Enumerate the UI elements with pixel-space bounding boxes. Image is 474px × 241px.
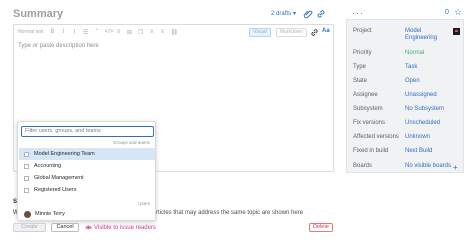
checkbox-icon <box>24 175 29 181</box>
field-label-boards: Boards <box>353 163 373 169</box>
option-label: Global Management <box>34 175 84 181</box>
field-value-state[interactable]: Open <box>405 78 420 84</box>
list-icon[interactable]: ≡ <box>116 29 122 35</box>
users-section-label: Users <box>138 201 150 206</box>
bold-icon[interactable]: B <box>50 29 56 35</box>
field-label-priority: Priority <box>353 50 372 56</box>
option-label: Accounting <box>34 163 62 169</box>
visibility-dropdown: Filter users, groups, and teams Groups a… <box>17 121 156 221</box>
field-label-subsystem: Subsystem <box>353 106 383 112</box>
dropdown-option-group[interactable]: Model Engineering Team <box>19 148 155 160</box>
groups-section-label: Groups and teams <box>112 140 150 145</box>
star-icon[interactable]: ☆ <box>454 7 462 18</box>
font-toggle-button[interactable]: Aa <box>322 28 330 34</box>
visibility-filter-input[interactable]: Filter users, groups, and teams <box>21 126 154 137</box>
add-board-icon[interactable]: + <box>453 163 458 172</box>
visibility-selector[interactable]: Visible to issue readers <box>85 224 156 231</box>
field-value-subsystem[interactable]: No Subsystem <box>405 106 444 112</box>
drafts-dropdown[interactable]: 2 drafts ▾ <box>271 10 297 18</box>
cancel-button[interactable]: Cancel <box>51 223 79 232</box>
vote-count: 0 <box>445 9 449 16</box>
code-icon[interactable]: </> <box>105 29 114 35</box>
avatar <box>24 210 31 218</box>
field-value-fix-versions[interactable]: Unscheduled <box>405 120 440 126</box>
table-icon[interactable]: ⊞ <box>127 29 133 36</box>
text-style-select[interactable]: Normal text <box>18 29 44 35</box>
field-value-type[interactable]: Task <box>405 64 417 70</box>
field-label-fix-versions: Fix versions <box>353 120 386 126</box>
checkbox-icon <box>24 151 29 157</box>
dropdown-option-group[interactable]: Global Management <box>19 172 155 184</box>
field-value-priority[interactable]: Normal <box>405 50 424 56</box>
field-label-assignee: Assignee <box>353 92 378 98</box>
field-label-affected-versions: Affected versions <box>353 134 399 140</box>
option-label: Registered Users <box>34 187 77 193</box>
link-icon[interactable] <box>316 9 326 19</box>
create-button[interactable]: Create <box>13 223 46 232</box>
checkbox-icon <box>24 187 29 193</box>
attachment-icon[interactable] <box>303 9 313 19</box>
option-label: Model Engineering Team <box>34 151 95 157</box>
insert-link-icon[interactable]: ⛓ <box>171 29 179 36</box>
dropdown-option-group[interactable]: Registered Users <box>19 184 155 196</box>
field-value-affected-versions[interactable]: Unknown <box>405 134 430 140</box>
image-icon[interactable]: ❐ <box>138 29 144 36</box>
field-value-assignee[interactable]: Unassigned <box>405 92 437 98</box>
field-value-project[interactable]: Model Engineering <box>405 28 449 42</box>
description-placeholder: Type or paste description here <box>18 43 99 49</box>
strikethrough-icon[interactable]: ⌇ <box>72 29 78 36</box>
field-value-boards[interactable]: No visible boards <box>405 163 451 169</box>
option-label: Minnie Terry <box>35 211 65 217</box>
checklist-icon[interactable]: ≡ <box>160 29 166 35</box>
similar-articles-text: rticles that may address the same topic … <box>156 210 304 216</box>
field-value-fixed-in-build[interactable]: Next Build <box>405 148 432 154</box>
visibility-label: Visible to issue readers <box>94 224 156 231</box>
chevron-down-icon: ▾ <box>293 11 297 17</box>
link-icon[interactable] <box>310 28 319 37</box>
quote-icon[interactable]: “ <box>94 29 100 35</box>
visual-mode-button[interactable]: Visual <box>249 28 271 37</box>
numbered-list-icon[interactable]: ≡ <box>149 29 155 35</box>
heading-icon[interactable]: ☰ <box>83 29 89 36</box>
markdown-mode-button[interactable]: Markdown <box>276 28 307 37</box>
field-label-fixed-in-build: Fixed in build <box>353 148 389 154</box>
page-title: Summary <box>13 8 64 20</box>
field-label-state: State <box>353 78 368 84</box>
eye-icon <box>85 225 92 230</box>
project-icon <box>453 28 460 35</box>
checkbox-icon <box>24 163 29 169</box>
italic-icon[interactable]: I <box>61 29 67 35</box>
dropdown-option-user[interactable]: Minnie Terry <box>19 208 155 220</box>
field-label-project: Project <box>353 28 372 34</box>
drafts-label: 2 drafts <box>271 10 292 17</box>
field-label-type: Type <box>353 64 367 70</box>
more-options-button[interactable]: ··· <box>352 8 364 18</box>
dropdown-option-group[interactable]: Accounting <box>19 160 155 172</box>
delete-button[interactable]: Delete <box>309 223 333 232</box>
